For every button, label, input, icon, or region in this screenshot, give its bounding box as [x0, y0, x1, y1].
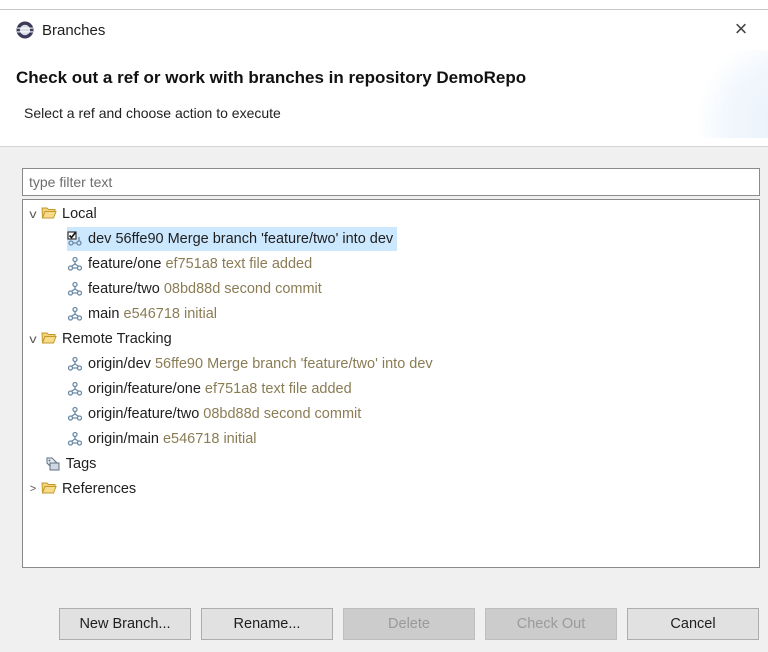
- tree-item-local-feature-one[interactable]: feature/one ef751a8 text file added: [67, 252, 312, 276]
- commit-summary: 08bd88d second commit: [163, 281, 322, 297]
- tree-item-local-dev[interactable]: dev 56ffe90 Merge branch 'feature/two' i…: [67, 227, 398, 251]
- chevron-down-icon[interactable]: v: [23, 327, 42, 351]
- title-bar: Branches ×: [0, 10, 768, 50]
- branch-icon: [67, 252, 84, 276]
- branch-name: origin/feature/one: [88, 381, 201, 397]
- window-title: Branches: [42, 22, 106, 39]
- commit-summary: 08bd88d second commit: [203, 406, 362, 422]
- branch-name: feature/one: [88, 256, 162, 272]
- tree-item-origin-feature-two[interactable]: origin/feature/two 08bd88d second commit: [67, 402, 361, 426]
- delete-button[interactable]: Delete: [343, 608, 475, 640]
- tree-node-label: Local: [62, 206, 97, 222]
- branch-name: origin/feature/two: [88, 406, 200, 422]
- commit-summary: ef751a8 text file added: [204, 381, 352, 397]
- dialog-heading: Check out a ref or work with branches in…: [16, 68, 527, 87]
- tree-item-origin-feature-one[interactable]: origin/feature/one ef751a8 text file add…: [67, 377, 352, 401]
- folder-open-icon: [41, 327, 58, 351]
- branch-name: main: [88, 306, 120, 322]
- branch-name: origin/dev: [88, 356, 151, 372]
- eclipse-app-icon: [16, 21, 34, 39]
- tree-node-label: References: [62, 481, 137, 497]
- branch-icon: [67, 402, 84, 426]
- tree-node-label: Tags: [65, 456, 97, 472]
- tree-node-local[interactable]: v Local: [23, 202, 97, 226]
- branch-name: dev: [88, 231, 112, 247]
- branch-icon: [67, 277, 84, 301]
- commit-summary: e546718 initial: [123, 306, 218, 322]
- dialog-description: Select a ref and choose action to execut…: [24, 105, 281, 121]
- top-border: [0, 0, 768, 10]
- branch-icon: [67, 427, 84, 451]
- tree-item-local-feature-two[interactable]: feature/two 08bd88d second commit: [67, 277, 322, 301]
- chevron-right-icon[interactable]: >: [25, 477, 41, 501]
- chevron-down-icon[interactable]: v: [23, 202, 42, 226]
- tree-node-tags[interactable]: Tags: [45, 452, 96, 476]
- branch-icon: [67, 302, 84, 326]
- rename-button[interactable]: Rename...: [201, 608, 333, 640]
- cancel-button[interactable]: Cancel: [627, 608, 759, 640]
- close-icon[interactable]: ×: [728, 16, 754, 42]
- commit-summary: ef751a8 text file added: [165, 256, 313, 272]
- dialog-banner: Check out a ref or work with branches in…: [0, 50, 768, 138]
- tags-icon: [45, 452, 62, 476]
- branch-icon: [67, 377, 84, 401]
- tree-node-references[interactable]: > References: [25, 477, 136, 501]
- banner-decoration: [688, 50, 768, 138]
- commit-summary: 56ffe90 Merge branch 'feature/two' into …: [154, 356, 433, 372]
- tree-item-origin-main[interactable]: origin/main e546718 initial: [67, 427, 257, 451]
- commit-summary: e546718 initial: [162, 431, 257, 447]
- branch-name: origin/main: [88, 431, 159, 447]
- branch-icon: [67, 352, 84, 376]
- branch-name: feature/two: [88, 281, 160, 297]
- tree-node-remote-tracking[interactable]: v Remote Tracking: [23, 327, 172, 351]
- check-out-button[interactable]: Check Out: [485, 608, 617, 640]
- tree-item-local-main[interactable]: main e546718 initial: [67, 302, 217, 326]
- checked-out-branch-icon: [67, 227, 84, 251]
- ref-tree[interactable]: v Local dev 56ffe90 Merge branch 'featur…: [22, 199, 760, 568]
- filter-input[interactable]: [22, 168, 760, 196]
- new-branch-button[interactable]: New Branch...: [59, 608, 191, 640]
- folder-icon: [41, 477, 58, 501]
- tree-node-label: Remote Tracking: [62, 331, 172, 347]
- tree-item-origin-dev[interactable]: origin/dev 56ffe90 Merge branch 'feature…: [67, 352, 433, 376]
- folder-open-icon: [41, 202, 58, 226]
- commit-summary: 56ffe90 Merge branch 'feature/two' into …: [115, 231, 394, 247]
